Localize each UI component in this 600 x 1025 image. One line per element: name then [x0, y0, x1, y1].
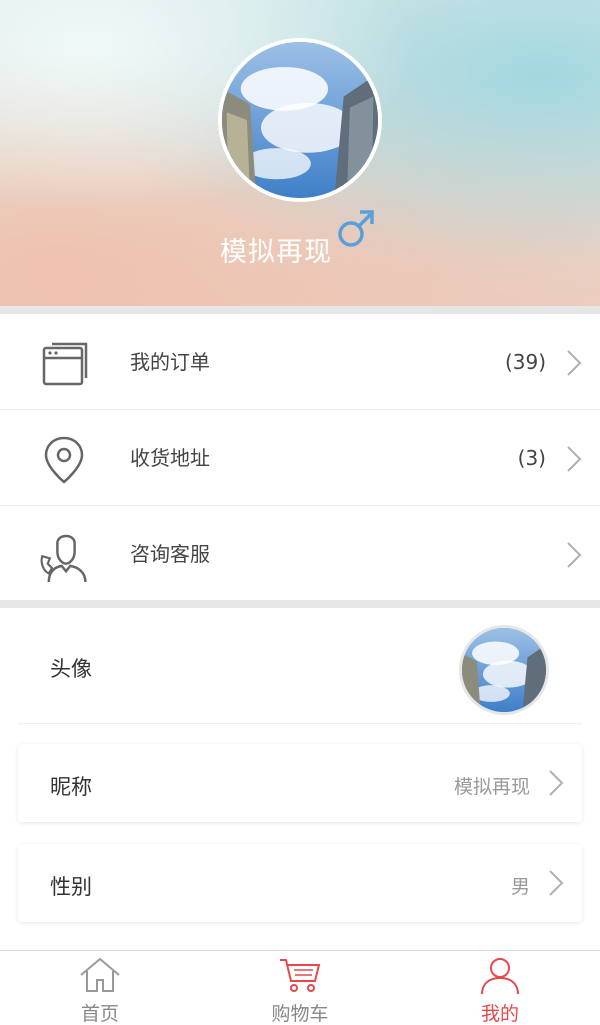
male-symbol-icon	[338, 210, 374, 247]
cart-icon	[280, 959, 321, 992]
chevron-right-icon	[549, 870, 564, 896]
avatar-image	[222, 42, 378, 198]
tab-home[interactable]: 首页	[0, 951, 200, 1025]
section-divider	[0, 600, 600, 608]
chevron-right-icon	[567, 542, 582, 568]
user-icon	[481, 958, 519, 995]
section-divider	[0, 306, 600, 314]
menu-item-orders[interactable]: 我的订单 (39)	[0, 314, 600, 410]
menu-item-customer-service[interactable]: 咨询客服	[0, 506, 600, 602]
gender-setting-row[interactable]: 性别 男	[18, 844, 582, 922]
bottom-tab-bar: 首页 购物车 我的	[0, 950, 600, 1025]
customer-service-icon	[40, 534, 87, 583]
address-count: (3)	[517, 446, 546, 470]
nickname-label: 昵称	[50, 775, 92, 799]
order-count: (39)	[504, 350, 546, 374]
nickname-value: 模拟再现	[453, 776, 530, 798]
gender-value: 男	[510, 876, 530, 898]
menu-item-label: 收货地址	[130, 446, 210, 470]
location-pin-icon	[44, 436, 84, 484]
chevron-right-icon	[549, 770, 564, 796]
avatar-thumbnail[interactable]	[459, 625, 549, 715]
order-icon	[42, 342, 88, 386]
menu-item-address[interactable]: 收货地址 (3)	[0, 410, 600, 506]
tab-profile[interactable]: 我的	[400, 951, 600, 1025]
nickname-setting-row[interactable]: 昵称 模拟再现	[18, 744, 582, 822]
tab-label: 我的	[480, 1003, 519, 1025]
chevron-right-icon	[567, 350, 582, 376]
avatar-image	[462, 628, 546, 712]
avatar-label: 头像	[50, 657, 92, 681]
username: 模拟再现	[220, 237, 332, 268]
profile-header: 模拟再现	[0, 0, 600, 306]
menu-item-label: 咨询客服	[130, 542, 210, 566]
home-icon	[80, 957, 120, 992]
tab-label: 购物车	[271, 1003, 329, 1025]
tab-cart[interactable]: 购物车	[200, 951, 400, 1025]
chevron-right-icon	[567, 446, 582, 472]
profile-avatar[interactable]	[218, 38, 382, 202]
tab-label: 首页	[80, 1003, 119, 1025]
menu-item-label: 我的订单	[130, 350, 210, 374]
gender-label: 性别	[50, 875, 92, 899]
